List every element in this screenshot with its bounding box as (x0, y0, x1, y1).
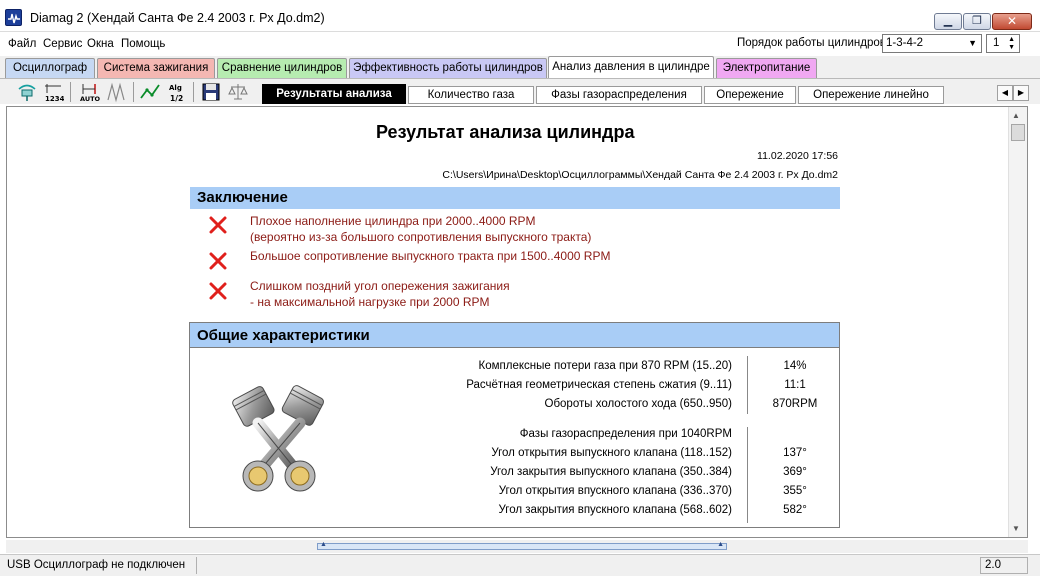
minimize-icon: ▁ (943, 15, 953, 27)
tab-ignition[interactable]: Система зажигания (97, 58, 215, 78)
param-label: Расчётная геометрическая степень сжатия … (466, 379, 732, 391)
subtab-results[interactable]: Результаты анализа (262, 84, 406, 104)
general-header: Общие характеристики (190, 323, 839, 348)
subtab-gas-amount[interactable]: Количество газа (408, 86, 534, 104)
menu-windows[interactable]: Окна (87, 38, 114, 50)
title-bar: Diamag 2 (Хендай Санта Фе 2.4 2003 г. Рх… (0, 0, 1040, 32)
param-label: Угол закрытия впускного клапана (568..60… (498, 504, 732, 516)
param-label: Угол закрытия выпускного клапана (350..3… (490, 466, 732, 478)
conclusion-line: Слишком поздний угол опережения зажигани… (250, 279, 510, 293)
scroll-down-icon[interactable]: ▼ (1012, 524, 1020, 533)
conclusion-header: Заключение (190, 187, 840, 209)
tab-pressure-analysis[interactable]: Анализ давления в цилиндре (548, 56, 714, 78)
status-panel (196, 557, 976, 574)
general-characteristics-panel: Общие характеристики Комплексные потери … (189, 322, 840, 528)
minimize-button[interactable]: ▁ (934, 13, 962, 30)
scroll-left-icon[interactable]: ▲ (320, 541, 327, 548)
param-label: Комплексные потери газа при 870 RPM (15.… (478, 360, 732, 372)
tab-cylinder-compare[interactable]: Сравнение цилиндров (217, 58, 347, 78)
window-title: Diamag 2 (Хендай Санта Фе 2.4 2003 г. Рх… (30, 11, 325, 25)
param-value: 582° (783, 504, 807, 516)
stepper-down-icon[interactable]: ▼ (1008, 44, 1015, 52)
algorithm-icon[interactable]: Alg 1/2 (166, 81, 188, 103)
param-label: Угол открытия выпускного клапана (118..1… (491, 447, 732, 459)
x-icon (209, 282, 227, 300)
firing-order-value: 1-3-4-2 (886, 37, 924, 49)
menu-service[interactable]: Сервис (43, 38, 82, 50)
status-bar: USB Осциллограф не подключен 2.0 (0, 554, 1040, 576)
firing-order-select[interactable]: 1-3-4-2 ▼ (882, 34, 982, 53)
chevron-down-icon: ▼ (968, 38, 977, 48)
connection-status: USB Осциллограф не подключен (7, 559, 186, 571)
param-value: 369° (783, 466, 807, 478)
svg-text:Alg: Alg (169, 84, 182, 92)
param-value: 870RPM (772, 398, 818, 410)
tabs-scroll-left-icon[interactable]: ◀ (997, 85, 1013, 101)
tab-power-supply[interactable]: Электропитание (716, 58, 817, 78)
param-value: 11:1 (784, 379, 806, 391)
menu-file[interactable]: Файл (8, 38, 36, 50)
svg-text:AUTO: AUTO (80, 95, 100, 103)
graph-icon[interactable] (139, 81, 161, 103)
tab-cylinder-efficiency[interactable]: Эффективность работы цилиндров (349, 58, 547, 78)
x-icon (209, 216, 227, 234)
subtab-advance-linear[interactable]: Опережение линейно (798, 86, 944, 104)
subtab-advance[interactable]: Опережение (704, 86, 796, 104)
subtab-valve-timing[interactable]: Фазы газораспределения (536, 86, 702, 104)
value-separator (747, 356, 748, 414)
app-icon (5, 9, 22, 26)
tab-oscilloscope[interactable]: Осциллограф (5, 58, 95, 78)
conclusion-line: (вероятно из-за большого сопротивления в… (250, 230, 592, 244)
scroll-thumb[interactable] (1011, 124, 1025, 141)
param-label: Угол открытия впускного клапана (336..37… (498, 485, 732, 497)
param-value: 14% (783, 360, 807, 372)
conclusion-line: Плохое наполнение цилиндра при 2000..400… (250, 214, 536, 228)
close-icon: ✕ (1006, 14, 1018, 28)
save-icon[interactable] (200, 81, 222, 103)
scales-icon[interactable] (227, 81, 249, 103)
cycle-1234-icon[interactable]: 1234 (42, 81, 64, 103)
x-icon (209, 252, 227, 270)
menu-help[interactable]: Помощь (121, 38, 165, 50)
param-label: Фазы газораспределения при 1040RPM (519, 428, 732, 440)
value-separator (747, 427, 748, 523)
horizontal-scroll-thumb[interactable]: ▲ ▲ (317, 541, 727, 550)
cylinder-value: 1 (993, 37, 1000, 49)
svg-text:1/2: 1/2 (170, 94, 183, 103)
toolbar-separator (193, 82, 194, 102)
cylinder-pressure-icon[interactable] (16, 81, 38, 103)
scroll-right-icon[interactable]: ▲ (717, 541, 724, 548)
horizontal-scrollbar[interactable]: ▲ ▲ (6, 540, 1028, 553)
mode-tabs: Осциллограф Система зажигания Сравнение … (0, 56, 1040, 78)
stepper-up-icon[interactable]: ▲ (1008, 36, 1015, 44)
param-value: 137° (783, 447, 807, 459)
scroll-up-icon[interactable]: ▲ (1012, 111, 1020, 120)
restore-icon: ❐ (972, 15, 982, 27)
vertical-scrollbar[interactable]: ▲ ▼ (1008, 107, 1027, 537)
report-file-path: C:\Users\Ирина\Desktop\Осциллограммы\Хен… (442, 169, 838, 181)
cylinder-stepper[interactable]: 1 ▲ ▼ (986, 34, 1020, 53)
param-label: Обороты холостого хода (650..950) (544, 398, 733, 410)
toolbar-separator (70, 82, 71, 102)
toolbar-separator (133, 82, 134, 102)
svg-text:1234: 1234 (45, 95, 64, 103)
auto-mode-icon[interactable]: AUTO (78, 81, 100, 103)
conclusion-line: Большое сопротивление выпускного тракта … (250, 249, 611, 263)
conclusion-line: - на максимальной нагрузке при 2000 RPM (250, 295, 490, 309)
close-button[interactable]: ✕ (992, 13, 1032, 30)
version-label: 2.0 (980, 557, 1028, 574)
window-controls: ▁ ❐ ✕ (933, 13, 1032, 30)
firing-order-label: Порядок работы цилиндров (737, 37, 886, 49)
toolbar: 1234 AUTO Alg 1/2 Результаты анализа Кол… (0, 78, 1040, 104)
markers-icon[interactable] (105, 81, 127, 103)
report-title: Результат анализа цилиндра (376, 122, 635, 142)
restore-button[interactable]: ❐ (963, 13, 991, 30)
report-date: 11.02.2020 17:56 (757, 150, 838, 162)
param-value: 355° (783, 485, 807, 497)
tabs-scroll-right-icon[interactable]: ▶ (1013, 85, 1029, 101)
